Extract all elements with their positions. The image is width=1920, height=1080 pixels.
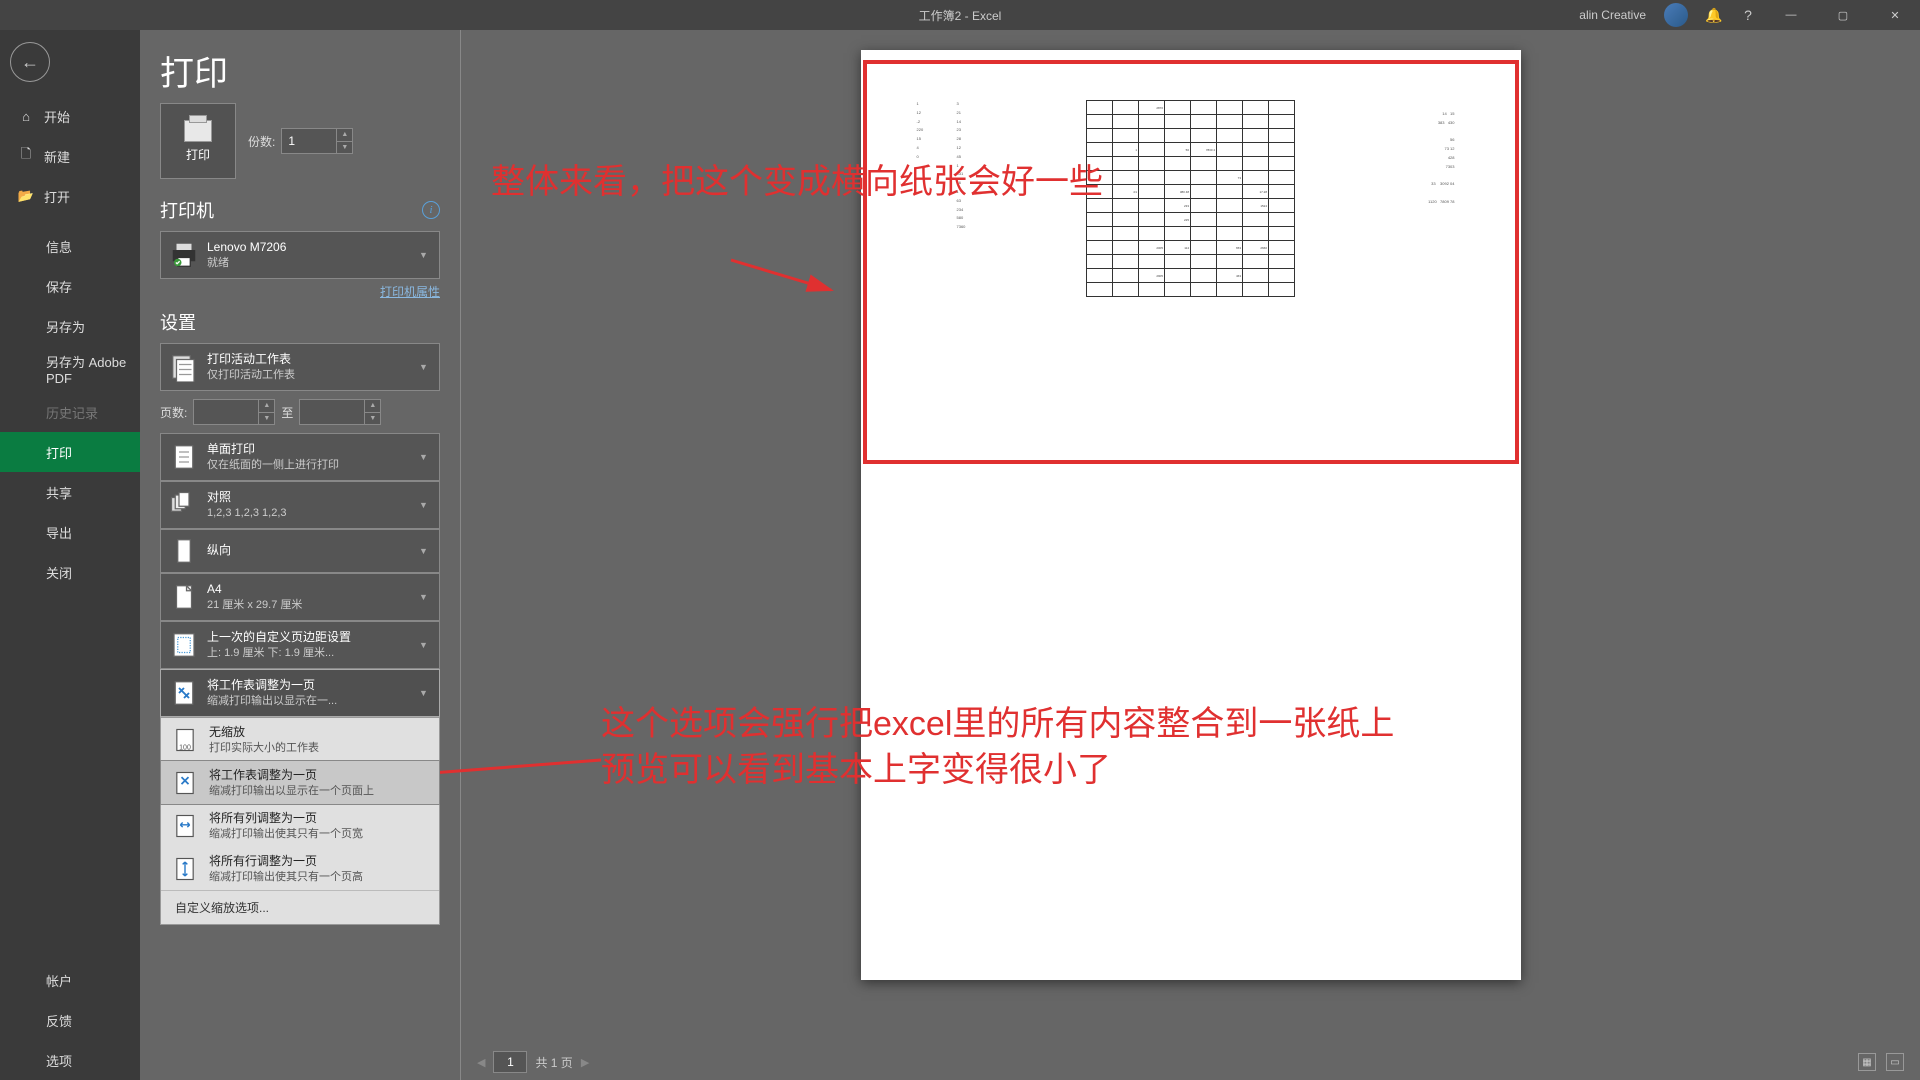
nav-print[interactable]: 打印 [0,432,140,472]
spin-down-icon[interactable]: ▼ [336,142,352,154]
nav-feedback[interactable]: 反馈 [0,1000,140,1040]
user-name[interactable]: alin Creative [1579,8,1646,22]
nav-info[interactable]: 信息 [0,226,140,266]
sheets-icon [169,352,199,382]
nav-options[interactable]: 选项 [0,1040,140,1080]
nav-open[interactable]: 📂打开 [0,176,140,216]
print-button[interactable]: 打印 [160,103,236,179]
fit-page-icon [171,769,199,797]
minimize-button[interactable]: — [1774,0,1808,30]
chevron-down-icon: ▼ [419,688,431,698]
print-heading: 打印 [160,46,440,95]
copies-input[interactable]: 1 ▲▼ [281,128,353,154]
nav-export[interactable]: 导出 [0,512,140,552]
nav-account[interactable]: 帐户 [0,960,140,1000]
help-icon[interactable]: ? [1740,7,1756,23]
chevron-down-icon: ▼ [419,452,431,462]
nav-saveas[interactable]: 另存为 [0,306,140,346]
page-navigation: ◀ 共 1 页 ▶ [477,1051,589,1073]
spin-up-icon[interactable]: ▲ [336,129,352,142]
margins-icon [169,630,199,660]
no-scale-icon: 100 [171,726,199,754]
scaling-select[interactable]: 将工作表调整为一页 缩减打印输出以显示在一... ▼ [160,669,440,717]
collate-icon [169,490,199,520]
sides-select[interactable]: 单面打印 仅在纸面的一侧上进行打印 ▼ [160,433,440,481]
pages-from-input[interactable]: ▲▼ [193,399,275,425]
print-panel: 打印 打印 份数: 1 ▲▼ 打印机 i Lenovo M7206 [140,30,460,1080]
chevron-down-icon: ▼ [419,546,431,556]
preview-table: 2870 1567830 4 73 .01380 4817.28 2331524… [1086,100,1295,297]
show-margins-button[interactable]: ▭ [1886,1053,1904,1071]
print-what-select[interactable]: 打印活动工作表 仅打印活动工作表 ▼ [160,343,440,391]
scale-option-fit-rows[interactable]: 将所有行调整为一页 缩减打印输出使其只有一个页高 [161,847,439,890]
scale-option-fit-cols[interactable]: 将所有列调整为一页 缩减打印输出使其只有一个页宽 [161,804,439,847]
info-icon[interactable]: i [422,201,440,219]
nav-save[interactable]: 保存 [0,266,140,306]
nav-history: 历史记录 [0,392,140,432]
zoom-to-page-button[interactable]: ▦ [1858,1053,1876,1071]
printer-properties-link[interactable]: 打印机属性 [380,285,440,299]
close-button[interactable]: ✕ [1878,0,1912,30]
scaling-popup: 100 无缩放 打印实际大小的工作表 将工作表调整为一页 缩减打印输出以显示在一… [160,717,440,925]
printer-icon [184,120,212,142]
margins-select[interactable]: 上一次的自定义页边距设置 上: 1.9 厘米 下: 1.9 厘米... ▼ [160,621,440,669]
new-icon: 🗋 [18,145,34,167]
fit-cols-icon [171,812,199,840]
nav-close[interactable]: 关闭 [0,552,140,592]
fit-page-icon [169,678,199,708]
printer-section-title: 打印机 [160,197,214,223]
titlebar: 工作簿2 - Excel alin Creative 🔔 ? — ▢ ✕ [0,0,1920,30]
portrait-icon [169,536,199,566]
home-icon: ⌂ [18,109,34,124]
scale-custom-option[interactable]: 自定义缩放选项... [161,890,439,924]
svg-text:100: 100 [179,744,191,751]
settings-section-title: 设置 [160,309,196,335]
one-side-icon [169,442,199,472]
paper-icon [169,582,199,612]
copies-label: 份数: [248,133,275,150]
avatar[interactable] [1664,3,1688,27]
prev-page-button[interactable]: ◀ [477,1056,485,1069]
pages-to-input[interactable]: ▲▼ [299,399,381,425]
nav-home[interactable]: ⌂开始 [0,96,140,136]
nav-share[interactable]: 共享 [0,472,140,512]
print-preview: 112-22201540 321142328124514319616323458… [460,30,1920,1080]
printer-select[interactable]: Lenovo M7206 就绪 ▼ [160,231,440,279]
chevron-down-icon: ▼ [419,640,431,650]
backstage-nav: ← ⌂开始 🗋新建 📂打开 信息 保存 另存为 另存为 Adobe PDF 历史… [0,30,140,1080]
chevron-down-icon: ▼ [419,592,431,602]
maximize-button[interactable]: ▢ [1826,0,1860,30]
nav-saveas-pdf[interactable]: 另存为 Adobe PDF [0,346,140,392]
chevron-down-icon: ▼ [419,250,431,260]
printer-device-icon [169,240,199,270]
chevron-down-icon: ▼ [419,362,431,372]
paper-select[interactable]: A4 21 厘米 x 29.7 厘米 ▼ [160,573,440,621]
chevron-down-icon: ▼ [419,500,431,510]
fit-rows-icon [171,855,199,883]
nav-new[interactable]: 🗋新建 [0,136,140,176]
scale-option-fit-sheet[interactable]: 将工作表调整为一页 缩减打印输出以显示在一个页面上 [160,760,440,805]
next-page-button[interactable]: ▶ [581,1056,589,1069]
pages-to-label: 至 [281,404,293,421]
app-title: 工作簿2 - Excel [919,7,1002,24]
scale-option-none[interactable]: 100 无缩放 打印实际大小的工作表 [161,718,439,761]
orientation-select[interactable]: 纵向 ▼ [160,529,440,573]
open-icon: 📂 [18,188,34,204]
collate-select[interactable]: 对照 1,2,3 1,2,3 1,2,3 ▼ [160,481,440,529]
notifications-icon[interactable]: 🔔 [1706,7,1722,23]
page-total-label: 共 1 页 [535,1054,572,1071]
back-button[interactable]: ← [10,42,50,82]
page-number-input[interactable] [493,1051,527,1073]
preview-page: 112-22201540 321142328124514319616323458… [861,50,1521,980]
pages-label: 页数: [160,404,187,421]
